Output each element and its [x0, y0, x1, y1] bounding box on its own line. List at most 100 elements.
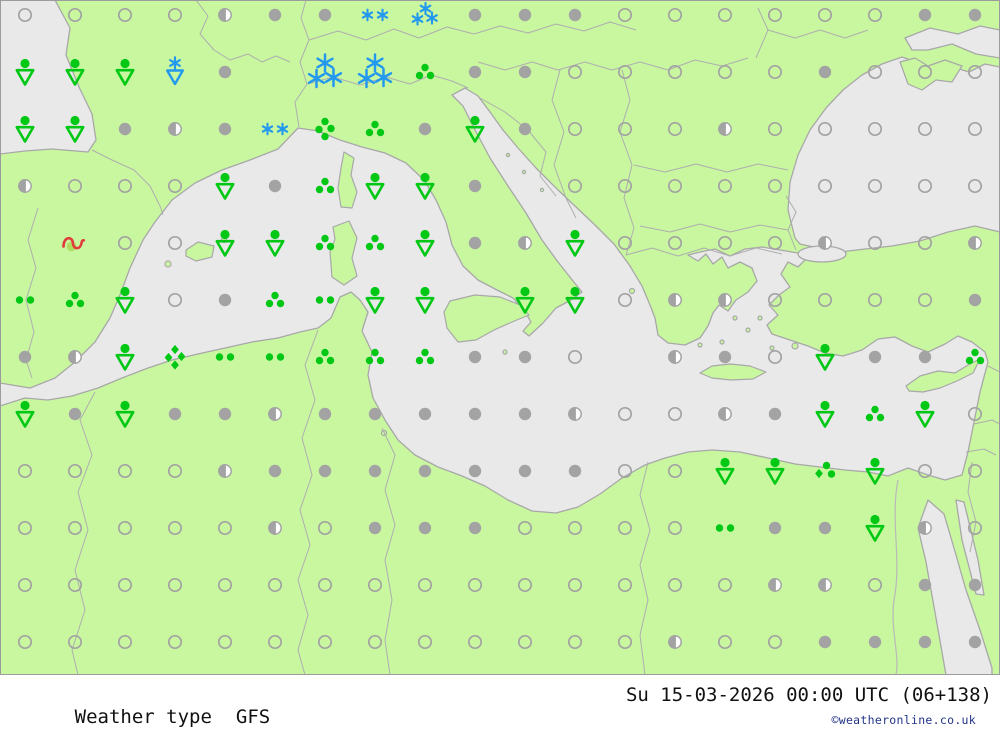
weather-symbol-snow — [251, 105, 299, 153]
weather-symbol-clear — [501, 618, 549, 666]
weather-symbol-clear — [601, 105, 649, 153]
weather-symbol-clear — [151, 0, 199, 39]
weather-symbol-clear — [351, 561, 399, 609]
valid-time: Su 15-03-2026 00:00 UTC (06+138) — [625, 684, 992, 706]
weather-symbol-cloudy — [301, 447, 349, 495]
weather-symbol-clear — [301, 504, 349, 552]
weather-symbol-clear — [801, 276, 849, 324]
weather-symbol-cloudy — [751, 390, 799, 438]
weather-symbol-clear — [101, 0, 149, 39]
weather-symbol-clear — [151, 162, 199, 210]
weather-symbol-cloudy — [751, 504, 799, 552]
weather-symbol-rain — [51, 276, 99, 324]
weather-symbol-partly-cloudy — [801, 561, 849, 609]
weather-symbol-clear — [651, 504, 699, 552]
weather-symbol-rain-shower — [201, 162, 249, 210]
weather-symbol-clear — [951, 105, 999, 153]
weather-symbol-rain-shower — [401, 219, 449, 267]
weather-symbol-cloudy — [851, 333, 899, 381]
weather-symbol-cloudy — [901, 561, 949, 609]
weather-symbol-clear — [551, 105, 599, 153]
weather-symbol-snow-cluster — [401, 0, 449, 39]
weather-symbol-clear — [601, 48, 649, 96]
weather-symbol-rain-shower — [351, 276, 399, 324]
weather-symbol-clear — [801, 162, 849, 210]
weather-symbol-partly-cloudy — [651, 618, 699, 666]
weather-symbol-rain-shower — [201, 219, 249, 267]
weather-symbol-partly-cloudy — [501, 219, 549, 267]
weather-symbol-clear — [351, 618, 399, 666]
weather-symbol-clear — [601, 561, 649, 609]
weather-symbol-clear — [201, 561, 249, 609]
weather-symbol-clear — [1, 504, 49, 552]
copyright-link[interactable]: ©weatheronline.co.uk — [832, 713, 976, 727]
weather-symbol-cloudy — [501, 390, 549, 438]
weather-symbol-rain-shower — [851, 447, 899, 495]
weather-symbol-rain — [301, 219, 349, 267]
weather-symbol-clear — [101, 219, 149, 267]
weather-symbol-cloudy — [951, 0, 999, 39]
weather-symbol-clear — [751, 0, 799, 39]
weather-symbol-partly-cloudy — [701, 105, 749, 153]
weather-symbol-partly-cloudy — [1, 162, 49, 210]
weather-symbol-rain-shower — [51, 105, 99, 153]
weather-symbol-clear — [751, 48, 799, 96]
weather-symbol-cloudy — [451, 447, 499, 495]
weather-symbol-partly-cloudy — [751, 561, 799, 609]
weather-symbol-cloudy — [201, 276, 249, 324]
weather-symbol-cloudy — [401, 447, 449, 495]
weather-symbol-clear — [551, 561, 599, 609]
weather-symbol-clear — [901, 447, 949, 495]
weather-symbol-partly-cloudy — [701, 390, 749, 438]
weather-symbol-cloudy — [251, 447, 299, 495]
weather-symbol-rain — [251, 276, 299, 324]
weather-symbol-cloudy — [901, 333, 949, 381]
weather-symbol-cloudy — [951, 618, 999, 666]
weather-symbol-partly-cloudy — [551, 390, 599, 438]
weather-symbol-cloudy — [801, 618, 849, 666]
weather-symbol-clear — [101, 618, 149, 666]
weather-symbol-cloudy — [401, 105, 449, 153]
weather-symbol-clear — [901, 105, 949, 153]
weather-symbol-drizzle — [251, 333, 299, 381]
weather-symbol-clear — [951, 504, 999, 552]
weather-symbol-cloudy — [901, 0, 949, 39]
weather-symbol-cloudy — [301, 390, 349, 438]
weather-symbol-rain — [401, 333, 449, 381]
weather-symbol-rain-shower — [101, 48, 149, 96]
weather-symbol-cloudy — [701, 333, 749, 381]
weather-symbol-clear — [1, 0, 49, 39]
weather-symbol-clear — [751, 333, 799, 381]
weather-symbol-clear — [851, 0, 899, 39]
weather-symbol-clear — [601, 0, 649, 39]
weather-symbol-partly-cloudy — [201, 0, 249, 39]
weather-symbol-clear — [251, 618, 299, 666]
weather-symbol-clear — [651, 0, 699, 39]
weather-symbol-clear — [901, 48, 949, 96]
weather-symbol-clear — [601, 504, 649, 552]
weather-symbol-clear — [551, 333, 599, 381]
weather-symbol-cloudy — [251, 0, 299, 39]
weather-symbol-cloudy — [451, 390, 499, 438]
weather-symbol-clear — [751, 618, 799, 666]
weather-symbol-clear — [651, 48, 699, 96]
weather-symbol-clear — [301, 618, 349, 666]
weather-symbol-cloudy — [201, 390, 249, 438]
weather-symbol-cloudy — [251, 162, 299, 210]
weather-symbol-clear — [551, 504, 599, 552]
weather-symbol-clear — [451, 561, 499, 609]
weather-symbol-layer — [0, 0, 1000, 675]
weather-symbol-rain-shower — [351, 162, 399, 210]
weather-symbol-cloudy — [401, 504, 449, 552]
weather-symbol-drizzle — [201, 333, 249, 381]
weather-symbol-cloudy — [551, 0, 599, 39]
weather-map-page: Weather type GFS Su 15-03-2026 00:00 UTC … — [0, 0, 1000, 733]
weather-symbol-rain — [351, 333, 399, 381]
weather-symbol-partly-cloudy — [651, 276, 699, 324]
model-label: GFS — [235, 706, 271, 728]
weather-symbol-clear — [951, 162, 999, 210]
weather-symbol-snow-heavy — [301, 48, 349, 96]
weather-symbol-rain-shower — [551, 276, 599, 324]
weather-symbol-rain-shower — [1, 48, 49, 96]
weather-symbol-clear — [751, 162, 799, 210]
